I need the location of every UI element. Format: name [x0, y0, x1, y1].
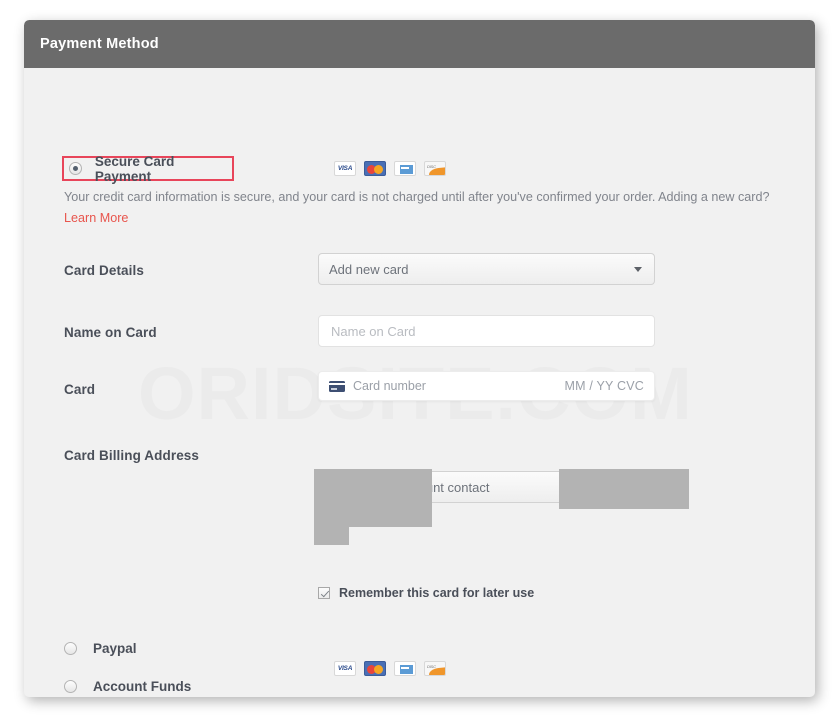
visa-icon: VISA — [334, 161, 356, 176]
name-on-card-placeholder: Name on Card — [331, 323, 416, 339]
payment-option-label-account-funds: Account Funds — [93, 679, 192, 694]
credit-card-icon — [329, 380, 345, 392]
payment-option-label-secure-card: Secure Card Payment — [94, 153, 175, 184]
bluecard-icon — [394, 661, 416, 676]
radio-account-funds[interactable] — [64, 680, 77, 693]
page-title: Payment Method — [40, 36, 159, 52]
card-number-input[interactable]: Card number MM / YY CVC — [318, 371, 655, 401]
remember-card-label: Remember this card for later use — [339, 586, 535, 600]
card-details-select[interactable]: Add new card — [318, 253, 655, 285]
redacted-block-primary — [314, 469, 432, 527]
label-card-details: Card Details — [64, 263, 144, 278]
label-card-billing-address: Card Billing Address — [64, 448, 200, 463]
bluecard-icon — [394, 161, 416, 176]
mastercard-icon — [364, 161, 386, 176]
visa-icon: VISA — [334, 661, 356, 676]
secure-payment-description: Your credit card information is secure, … — [64, 188, 815, 228]
discover-icon: DISC — [424, 161, 446, 176]
card-brand-icons-paypal: VISA DISC — [334, 661, 446, 676]
card-details-value: Add new card — [329, 261, 409, 277]
chevron-down-icon — [634, 267, 642, 272]
radio-secure-card[interactable] — [69, 162, 82, 175]
panel-header: Payment Method — [24, 20, 815, 68]
redacted-block-secondary — [559, 469, 689, 509]
discover-icon: DISC — [424, 661, 446, 676]
remember-card-checkbox-row[interactable]: Remember this card for later use — [318, 586, 534, 600]
payment-option-label-paypal: Paypal — [93, 641, 137, 656]
card-expiry-cvc-placeholder: MM / YY CVC — [564, 379, 644, 393]
label-name-on-card: Name on Card — [64, 325, 157, 340]
payment-option-account-funds[interactable]: Account Funds — [64, 679, 191, 694]
payment-option-secure-card[interactable]: Secure Card Payment — [62, 153, 234, 184]
learn-more-link[interactable]: Learn More — [64, 209, 815, 228]
payment-option-paypal[interactable]: Paypal — [64, 641, 137, 656]
mastercard-icon — [364, 661, 386, 676]
redacted-block-tertiary — [314, 527, 349, 545]
name-on-card-input[interactable]: Name on Card — [318, 315, 655, 347]
card-number-placeholder: Card number — [353, 379, 426, 393]
payment-method-panel: Payment Method ORIDSITE.COM Secure Card … — [24, 20, 815, 697]
card-brand-icons-secure: VISA DISC — [334, 161, 446, 176]
panel-body: ORIDSITE.COM Secure Card Payment VISA DI… — [24, 68, 815, 697]
remember-card-checkbox[interactable] — [318, 587, 330, 599]
label-card: Card — [64, 382, 96, 397]
description-text: Your credit card information is secure, … — [64, 190, 770, 204]
radio-paypal[interactable] — [64, 642, 77, 655]
